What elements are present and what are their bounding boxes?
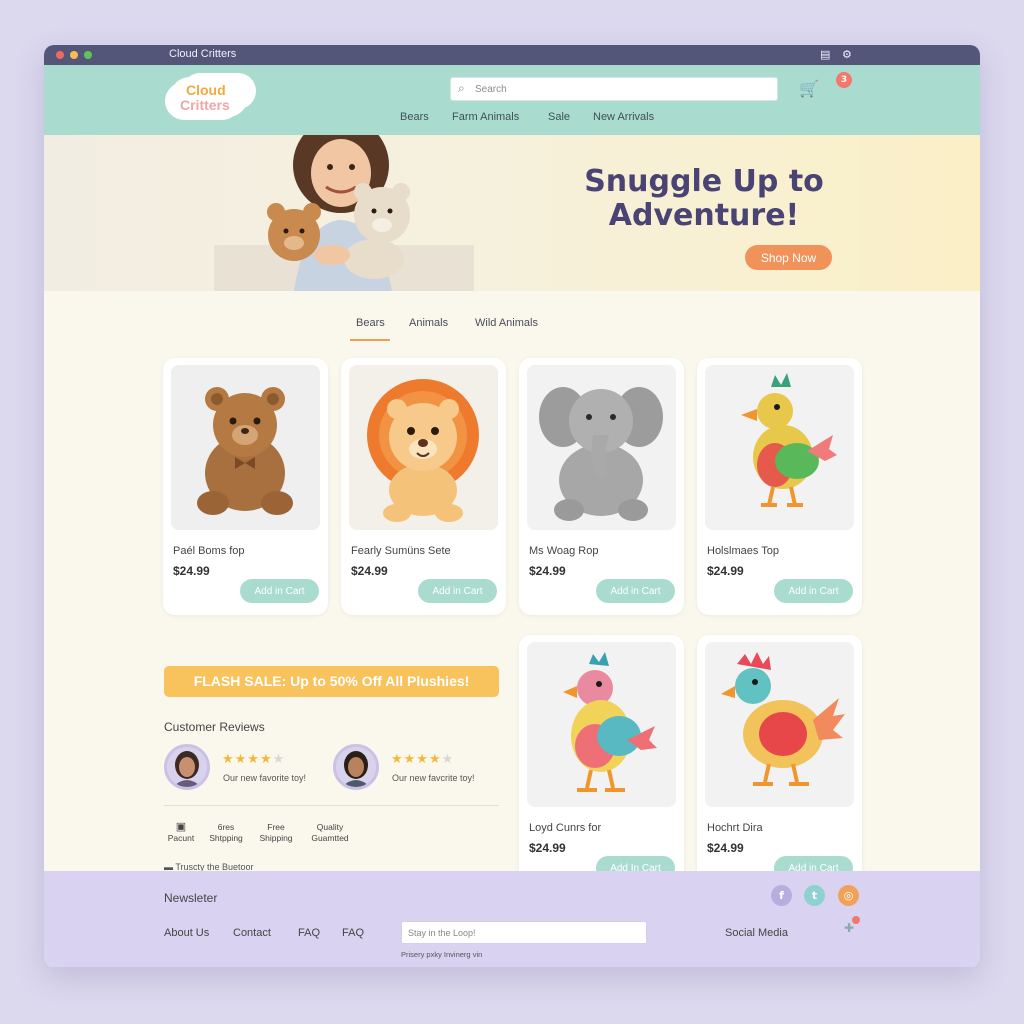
tab-wild-animals[interactable]: Wild Animals — [475, 317, 538, 329]
site-header: Cloud Critters ⌕ 🛒 3 Bears Farm Animals … — [44, 65, 980, 135]
product-name[interactable]: Paél Boms fop — [173, 545, 245, 557]
cart-count-badge: 3 — [836, 72, 852, 88]
feature-label-line1: 6res — [217, 822, 235, 832]
reviewer-avatar — [333, 744, 379, 790]
facebook-icon[interactable]: f — [771, 885, 792, 906]
active-tab-indicator — [350, 339, 390, 341]
feature-free-shipping: Free Shipping — [254, 822, 298, 844]
product-price: $24.99 — [173, 564, 210, 578]
feature-free-shipping: 6res Shtpping — [204, 822, 248, 844]
newsletter-email-input[interactable] — [401, 921, 647, 944]
notification-badge — [852, 916, 860, 924]
nav-link-farm-animals[interactable]: Farm Animals — [452, 111, 519, 123]
flash-sale-banner[interactable]: FLASH SALE: Up to 50% Off All Plushies! — [164, 666, 499, 697]
shop-now-button[interactable]: Shop Now — [745, 245, 832, 270]
minimize-window-button[interactable] — [70, 51, 78, 59]
feature-label-line2: Shtpping — [209, 833, 243, 843]
product-image-parrot[interactable] — [705, 365, 854, 530]
add-to-cart-button[interactable]: Add in Cart — [596, 579, 675, 603]
title-bar: Cloud Critters ▤ ⚙ — [44, 45, 980, 65]
privacy-policy-link[interactable]: Prisery pxky Invinerg vin — [401, 950, 482, 959]
product-price: $24.99 — [707, 564, 744, 578]
product-image-parrot[interactable] — [527, 642, 676, 807]
close-window-button[interactable] — [56, 51, 64, 59]
product-name[interactable]: Fearly Sumüns Sete — [351, 545, 451, 557]
footer-link-faq[interactable]: FAQ — [342, 927, 364, 939]
browser-window: Cloud Critters ▤ ⚙ Cloud Critters ⌕ 🛒 3 … — [44, 45, 980, 967]
reviewer-avatar — [164, 744, 210, 790]
add-to-cart-button[interactable]: Add in Cart — [418, 579, 497, 603]
shopping-cart-icon[interactable]: 🛒 — [799, 79, 819, 98]
feature-quality-guaranteed: Quality Guamtted — [306, 822, 354, 844]
hero-banner: Snuggle Up to Adventure! Shop Now — [44, 135, 980, 291]
search-input[interactable] — [475, 81, 765, 97]
brand-logo[interactable]: Cloud Critters — [170, 77, 248, 117]
feature-label-line2: Shipping — [259, 833, 293, 843]
site-footer: Newsleter About Us Contact FAQ FAQ Prise… — [44, 871, 980, 967]
product-card[interactable]: Holslmaes Top $24.99 Add in Cart — [697, 358, 862, 615]
review-rating-stars: ★★★★★ — [391, 752, 455, 767]
tab-bears[interactable]: Bears — [356, 317, 385, 329]
product-name[interactable]: Hochrt Dira — [707, 822, 763, 834]
nav-link-sale[interactable]: Sale — [548, 111, 570, 123]
feature-label-line1: Quality — [316, 822, 344, 832]
review-rating-stars: ★★★★★ — [222, 752, 286, 767]
social-media-label: Social Media — [725, 927, 788, 939]
section-divider — [164, 805, 499, 806]
customer-reviews-heading: Customer Reviews — [164, 720, 265, 734]
hero-title: Snuggle Up to Adventure! — [584, 164, 824, 233]
maximize-window-button[interactable] — [84, 51, 92, 59]
product-price: $24.99 — [529, 841, 566, 855]
product-image-lion[interactable] — [349, 365, 498, 530]
product-name[interactable]: Holslmaes Top — [707, 545, 779, 557]
instagram-icon[interactable]: ◎ — [838, 885, 859, 906]
nav-link-new-arrivals[interactable]: New Arrivals — [593, 111, 654, 123]
brand-logo-line2: Critters — [180, 97, 230, 113]
footer-link-contact[interactable]: Contact — [233, 927, 271, 939]
add-to-cart-button[interactable]: Add in Cart — [240, 579, 319, 603]
footer-link-about-us[interactable]: About Us — [164, 927, 209, 939]
shield-icon: ▣ — [175, 821, 187, 833]
search-icon[interactable]: ⌕ — [458, 81, 465, 96]
newsletter-heading: Newsleter — [164, 891, 218, 905]
footer-link-faq[interactable]: FAQ — [298, 927, 320, 939]
hero-child-with-bears-image — [214, 135, 474, 291]
add-to-cart-button[interactable]: Add in Cart — [774, 579, 853, 603]
product-card[interactable]: Ms Woag Rop $24.99 Add in Cart — [519, 358, 684, 615]
feature-label-line2: Guamtted — [311, 833, 349, 843]
product-image-elephant[interactable] — [527, 365, 676, 530]
product-price: $24.99 — [707, 841, 744, 855]
product-name[interactable]: Loyd Cunrs for — [529, 822, 601, 834]
product-card[interactable]: Hochrt Dira $24.99 Add in Cart — [697, 635, 862, 892]
review-text: Our new favorite toy! — [223, 773, 307, 783]
feature-label: Pacunt — [167, 833, 195, 843]
feature-label-line1: Free — [267, 822, 285, 832]
window-title: Cloud Critters — [169, 48, 237, 60]
product-price: $24.99 — [529, 564, 566, 578]
product-image-rooster[interactable] — [705, 642, 854, 807]
product-name[interactable]: Ms Woag Rop — [529, 545, 599, 557]
product-image-teddy-bear[interactable] — [171, 365, 320, 530]
product-price: $24.99 — [351, 564, 388, 578]
tabs-icon[interactable]: ▤ — [820, 48, 830, 61]
product-card[interactable]: Loyd Cunrs for $24.99 Add In Cart — [519, 635, 684, 892]
product-card[interactable]: Paél Boms fop $24.99 Add in Cart — [163, 358, 328, 615]
twitter-icon[interactable]: t — [804, 885, 825, 906]
review-text: Our new favcrite toy! — [392, 773, 475, 783]
nav-link-bears[interactable]: Bears — [400, 111, 429, 123]
product-card[interactable]: Fearly Sumüns Sete $24.99 Add in Cart — [341, 358, 506, 615]
feature-secure-payment: ▣ Pacunt — [164, 822, 198, 844]
settings-icon[interactable]: ⚙ — [842, 48, 852, 61]
tab-animals[interactable]: Animals — [409, 317, 448, 329]
brand-logo-line1: Cloud — [186, 82, 226, 98]
search-bar: ⌕ — [450, 77, 778, 101]
